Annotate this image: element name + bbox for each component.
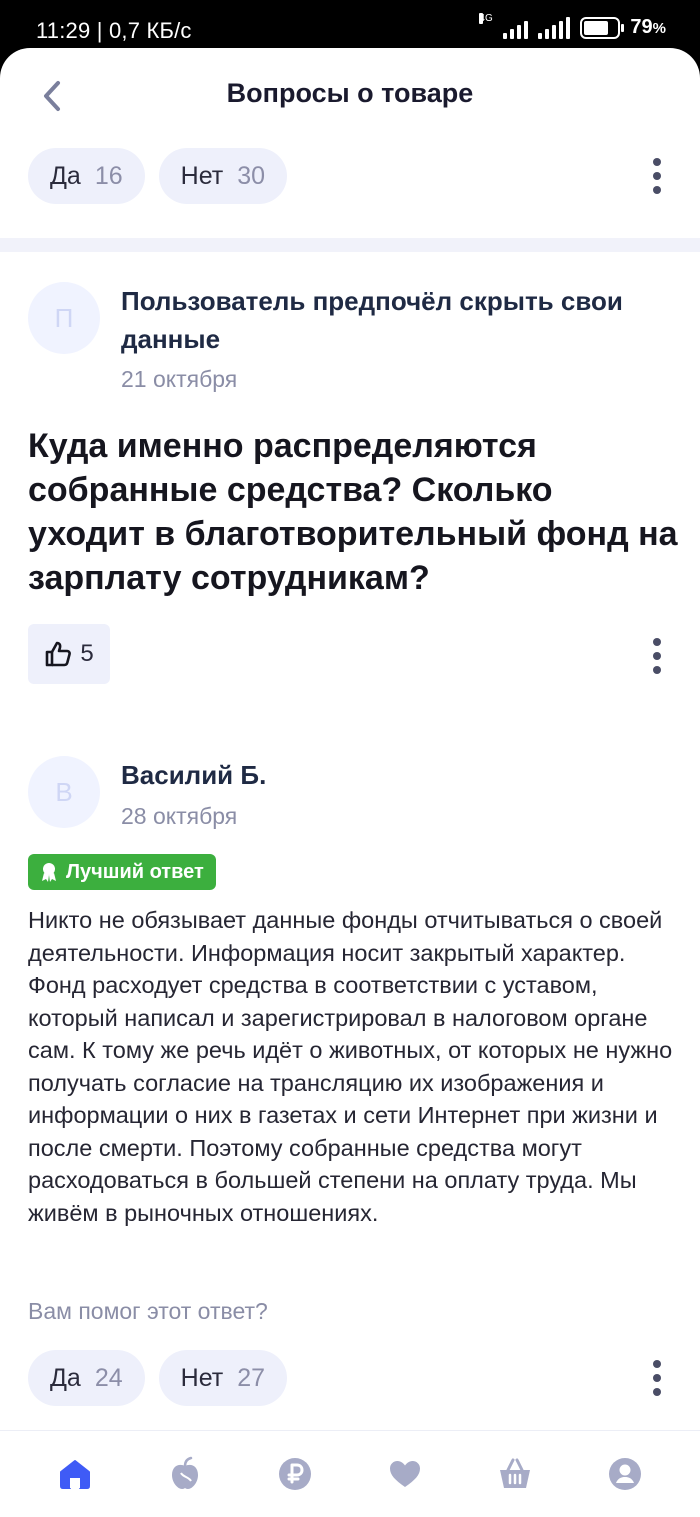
vote-yes-label: Да [50,161,81,190]
nav-favorites[interactable] [375,1444,435,1504]
best-answer-label: Лучший ответ [66,860,204,883]
signal-icon [538,16,571,39]
answer-vote-yes-button[interactable]: Да 24 [28,1350,145,1406]
bottom-navigation [0,1430,700,1517]
answer-vote-no-count: 27 [237,1363,266,1392]
ruble-icon [279,1458,311,1490]
vote-yes-count: 16 [94,161,123,190]
best-answer-badge: Лучший ответ [28,854,216,890]
status-time-speed: 11:29 | 0,7 КБ/с [36,18,192,43]
question-text: Куда именно распределяются собранные сре… [28,427,678,597]
vote-no-label: Нет [180,161,224,190]
answer-vote-yes-label: Да [50,1363,81,1392]
answer-avatar: В [28,756,100,828]
app-screen: Вопросы о товаре Да 16 Нет 30 П Пользова… [0,48,700,1517]
home-icon [60,1460,90,1489]
nav-home[interactable] [45,1444,105,1504]
vote-no-count: 30 [237,161,266,190]
nav-cart[interactable] [485,1444,545,1504]
battery-icon [580,16,625,39]
apple-icon [172,1456,198,1489]
avatar: П [28,282,100,354]
heart-icon [390,1461,420,1487]
header: Вопросы о товаре [0,48,700,144]
thumbs-up-icon [46,641,72,667]
vote-yes-button[interactable]: Да 16 [28,148,145,204]
answer-vote-no-button[interactable]: Нет 27 [158,1350,288,1406]
nav-catalog[interactable] [155,1444,215,1504]
page-title: Вопросы о товаре [226,78,474,108]
signal-4g-icon: 4G [477,12,529,39]
helpful-prompt: Вам помог этот ответ? [28,1298,268,1324]
vote-no-button[interactable]: Нет 30 [158,148,288,204]
answer-more-options-icon[interactable] [644,1356,670,1400]
question-date: 21 октября [121,366,238,392]
answer-votes: Да 24 Нет 27 [28,1350,288,1406]
question-more-options-icon[interactable] [644,634,670,678]
answer-vote-no-label: Нет [180,1363,224,1392]
like-button[interactable]: 5 [28,624,110,684]
previous-answer-votes: Да 16 Нет 30 [28,148,288,204]
award-icon [42,863,56,882]
battery-percent: 79% [630,16,666,38]
section-divider [0,238,700,252]
answer-vote-yes-count: 24 [94,1363,123,1392]
more-options-icon[interactable] [644,154,670,198]
profile-icon [609,1458,641,1490]
nav-finance[interactable] [265,1444,325,1504]
question-author: Пользователь предпочёл скрыть свои данны… [121,286,623,354]
answer-date: 28 октября [121,803,238,829]
network-label: 4G [479,12,493,24]
nav-profile[interactable] [595,1444,655,1504]
basket-icon [500,1458,530,1488]
answer-author: Василий Б. [121,760,267,790]
like-count: 5 [80,640,94,667]
answer-text: Никто не обязывает данные фонды отчитыва… [28,907,673,1226]
